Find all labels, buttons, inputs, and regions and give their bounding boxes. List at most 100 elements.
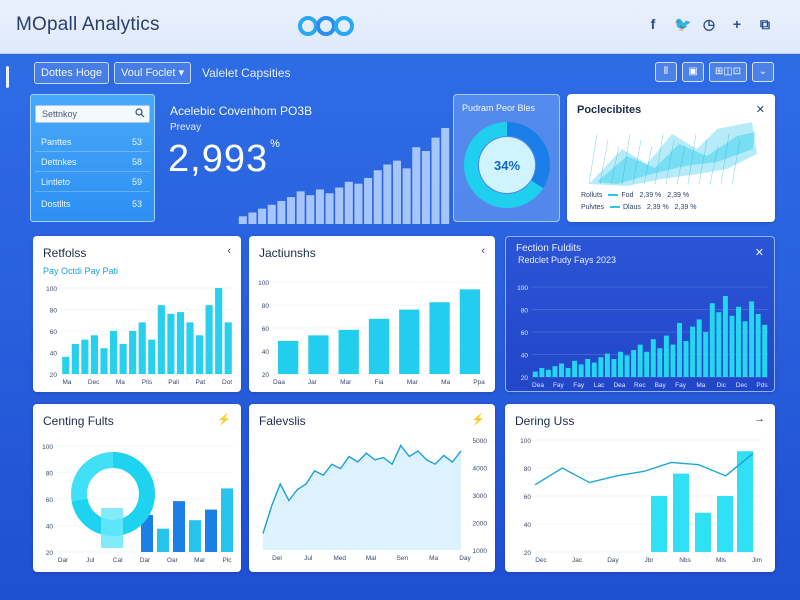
bar <box>545 369 551 377</box>
search-placeholder: Settnkoy <box>42 109 78 119</box>
y-tick-label: 40 <box>46 524 54 531</box>
close-icon[interactable]: ✕ <box>755 246 764 259</box>
lock-icon[interactable]: ⦀ <box>655 62 677 82</box>
y-tick-label: 60 <box>521 330 529 337</box>
x-tick-label: Dea <box>613 382 625 389</box>
card-title: Fection Fuldits <box>516 243 582 254</box>
x-tick-label: Plis <box>142 379 153 386</box>
legend-line-icon <box>609 206 620 209</box>
search-input[interactable]: Settnkoy <box>35 105 150 123</box>
clock-icon[interactable]: ◷ <box>702 16 716 33</box>
y-tick-label: 5000 <box>473 438 488 445</box>
bar <box>421 151 430 224</box>
bar <box>690 326 696 377</box>
grid-icon[interactable]: ⧉ <box>758 16 772 33</box>
y-tick-label: 80 <box>521 308 529 315</box>
bar <box>100 348 108 374</box>
lightning-icon[interactable]: ⚡ <box>471 413 485 426</box>
bar <box>71 343 79 374</box>
legend-value: 2,39 % <box>639 192 662 199</box>
arrow-right-icon[interactable]: → <box>754 413 765 425</box>
y-tick-label: 100 <box>520 438 531 445</box>
bar <box>412 147 421 224</box>
legend-label: Rolluts <box>581 192 603 199</box>
bar <box>585 359 591 377</box>
export-icon[interactable]: ▣ <box>682 62 704 82</box>
x-tick-label: Dec <box>88 379 100 386</box>
legend-item: Dlaus <box>609 204 641 211</box>
bar <box>325 193 334 224</box>
bar <box>431 137 440 224</box>
donut-card[interactable]: Pudram Peor Bles 34% <box>453 94 560 222</box>
bar <box>364 177 373 224</box>
chevron-down-icon: ▾ <box>178 67 185 79</box>
toolbar-button-dottes[interactable]: Dottes Hoge <box>34 62 110 84</box>
list-item-value: 53 <box>131 199 142 209</box>
scroll-handle[interactable] <box>6 66 9 88</box>
list-item[interactable]: Panttes 53 <box>35 133 150 152</box>
bar <box>129 331 137 374</box>
bar <box>248 212 257 224</box>
x-tick-label: Cal <box>113 557 123 564</box>
y-tick-label: 2000 <box>473 521 488 528</box>
list-item[interactable]: Dettnkes 58 <box>35 153 150 172</box>
lightning-icon[interactable]: ⚡ <box>217 413 231 426</box>
bar <box>565 368 571 377</box>
combo-chart: 100 80 60 40 20Dec Jac Day Jbr Nbs Mls Jim <box>520 438 763 564</box>
bar <box>696 319 702 377</box>
card-title: Falevslis <box>259 414 306 428</box>
bar <box>399 309 420 374</box>
bar <box>717 496 733 552</box>
bar <box>308 335 329 374</box>
card-subtitle: Pay Octdi Pay Pati <box>43 266 119 276</box>
x-tick-label: Mar <box>194 557 206 564</box>
toolbar: Dottes Hoge Voul Foclet ▾ Valelet Capsit… <box>0 54 800 90</box>
list-item[interactable]: Lintleto 59 <box>35 173 150 192</box>
card-retfolss: 100 80 60 40 20 Ma Dec Ma Plis Pali Pat Dot Retfols… <box>33 236 241 392</box>
plus-icon[interactable]: + <box>730 16 744 33</box>
bar <box>532 371 538 377</box>
x-tick-label: Dec <box>535 557 547 564</box>
chevron-left-icon[interactable]: ‹ <box>227 245 231 257</box>
bar <box>703 332 709 377</box>
chevron-left-icon[interactable]: ‹ <box>481 245 485 257</box>
y-tick-label: 100 <box>42 444 53 451</box>
search-panel: Settnkoy Panttes 53 Dettnkes 58 Lintleto… <box>30 94 155 222</box>
twitter-icon[interactable]: 🐦 <box>674 16 691 33</box>
bar <box>670 344 676 377</box>
list-item-label: Lintleto <box>41 177 71 187</box>
toolbar-dropdown-foclet[interactable]: Voul Foclet ▾ <box>114 62 192 84</box>
x-tick-label: Daa <box>273 379 285 386</box>
y-tick-label: 20 <box>521 375 529 382</box>
facebook-icon[interactable]: f <box>646 16 660 33</box>
bar <box>238 216 247 224</box>
list-item[interactable]: Dostllts 53 <box>35 195 150 214</box>
search-icon[interactable] <box>135 108 145 118</box>
bar <box>742 321 748 377</box>
chevron-down-icon[interactable]: ⌄ <box>752 62 774 82</box>
x-tick-label: Dic <box>717 382 727 389</box>
y-tick-label: 100 <box>517 285 528 292</box>
area-chart: 5000 4000 3000 2000 1000 Del Jul Med Mal Sen Ma Day <box>262 438 488 562</box>
bar <box>286 197 296 224</box>
y-tick-label: 100 <box>46 286 57 293</box>
bar <box>173 501 185 552</box>
legend-row: Rolluts Fod 2,39 % 2,39 % <box>581 192 689 199</box>
y-tick-label: 40 <box>521 353 529 360</box>
view-toggle-button[interactable]: ⊞◫⊡ <box>709 62 747 82</box>
x-tick-label: Mls <box>716 557 727 564</box>
donut-value: 34% <box>494 158 520 173</box>
y-tick-label: 60 <box>46 497 54 504</box>
list-item-value: 53 <box>131 137 142 147</box>
bar <box>572 360 578 377</box>
list-item-value: 59 <box>131 177 142 187</box>
bar <box>383 164 392 224</box>
x-tick-label: Med <box>333 555 346 562</box>
x-tick-label: Fay <box>553 382 565 389</box>
close-icon[interactable]: ✕ <box>756 103 765 116</box>
x-tick-label: Plc <box>222 557 232 564</box>
bar <box>716 312 722 377</box>
x-tick-label: Lac <box>594 382 605 389</box>
bar <box>552 366 558 377</box>
x-tick-label: Ma <box>696 382 705 389</box>
